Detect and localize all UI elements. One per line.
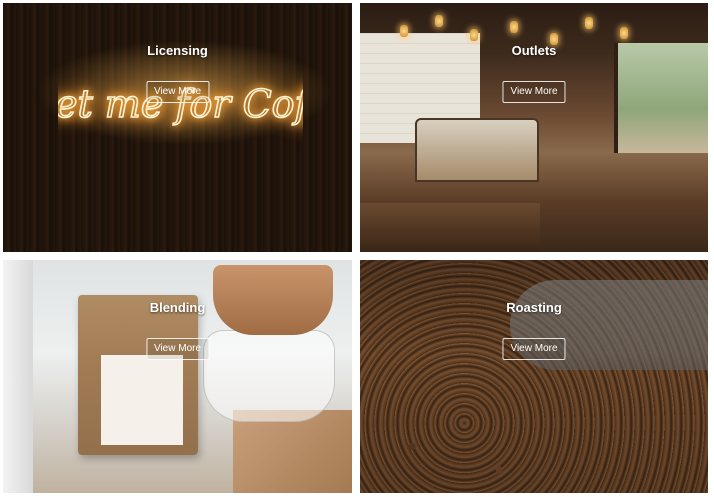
tile-title: Blending <box>149 300 206 315</box>
pendant-lamp-icon <box>585 17 593 29</box>
wooden-board <box>233 410 352 493</box>
service-grid: Meet me for Coffee Licensing View More O… <box>0 0 714 497</box>
roasting-tile[interactable]: Roasting View More <box>360 260 708 493</box>
neon-sign-image: Meet me for Coffee <box>58 81 303 127</box>
licensing-tile[interactable]: Meet me for Coffee Licensing View More <box>3 3 352 252</box>
image-shade <box>360 260 708 493</box>
pendant-lamp-icon <box>510 21 518 33</box>
pendant-lamp-icon <box>435 15 443 27</box>
display-counter <box>415 118 539 182</box>
window-frame <box>3 260 33 493</box>
cafe-table <box>360 203 540 252</box>
coffee-bag-label <box>101 355 183 445</box>
view-more-button[interactable]: View More <box>502 338 566 360</box>
view-more-button[interactable]: View More <box>502 81 566 103</box>
tile-title: Roasting <box>506 300 562 315</box>
outlets-tile[interactable]: Outlets View More <box>360 3 708 252</box>
pendant-lamp-icon <box>470 29 478 41</box>
tile-title: Licensing <box>147 43 208 58</box>
view-more-button[interactable]: View More <box>145 81 210 103</box>
cafe-window <box>614 43 708 153</box>
pendant-lamp-icon <box>620 27 628 39</box>
glass-carafe <box>203 330 335 422</box>
tile-title: Outlets <box>511 43 557 58</box>
view-more-button[interactable]: View More <box>145 338 210 360</box>
pendant-lamp-icon <box>400 25 408 37</box>
blending-tile[interactable]: Blending View More <box>3 260 352 493</box>
